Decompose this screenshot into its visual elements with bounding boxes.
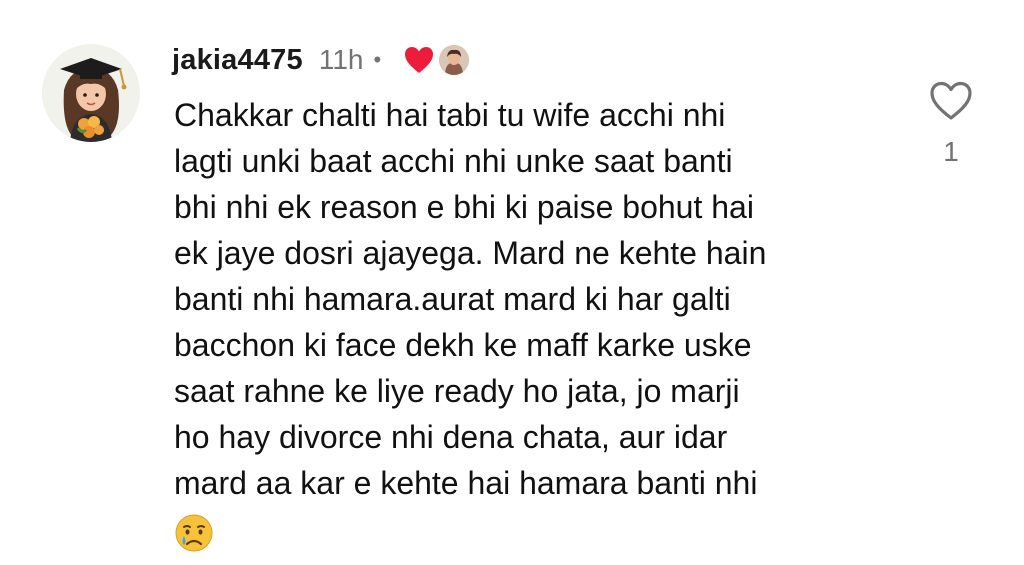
comment-text-line: saat rahne ke liye ready ho jata, jo mar…	[174, 373, 740, 409]
comment-text-line: banti nhi hamara.aurat mard ki har galti	[174, 281, 731, 317]
separator-dot: •	[373, 47, 382, 72]
comment-meta: jakia4475 11h •	[172, 40, 470, 80]
comment-text-line: bhi nhi ek reason e bhi ki paise bohut h…	[174, 189, 754, 225]
comment-text-line: lagti unki baat acchi nhi unke saat bant…	[174, 143, 733, 179]
avatar[interactable]	[42, 44, 140, 142]
comment-item: jakia4475 11h • Chakkar chalti hai tabi …	[0, 0, 1024, 552]
comment-text-line: mard aa kar e kehte hai hamara banti nhi	[174, 465, 758, 501]
comment-text-line: bacchon ki face dekh ke maff karke uske	[174, 327, 752, 363]
username[interactable]: jakia4475	[172, 44, 303, 77]
like-count[interactable]: 1	[943, 136, 959, 168]
heart-outline-icon[interactable]	[928, 80, 974, 122]
comment-text-line: ek jaye dosri ajayega. Mard ne kehte hai…	[174, 235, 767, 271]
author-avatar-small	[439, 45, 470, 75]
timestamp: 11h	[318, 44, 364, 75]
like-column: 1	[922, 80, 980, 168]
crying-face-emoji-icon	[174, 513, 214, 553]
red-heart-icon	[403, 45, 435, 75]
graduate-girl-avatar-icon	[42, 44, 140, 142]
comment-text: Chakkar chalti hai tabi tu wife acchi nh…	[174, 92, 894, 553]
comment-emoji-line	[174, 506, 894, 553]
comment-text-line: Chakkar chalti hai tabi tu wife acchi nh…	[174, 97, 726, 133]
comment-text-line: ho hay divorce nhi dena chata, aur idar	[174, 419, 728, 455]
